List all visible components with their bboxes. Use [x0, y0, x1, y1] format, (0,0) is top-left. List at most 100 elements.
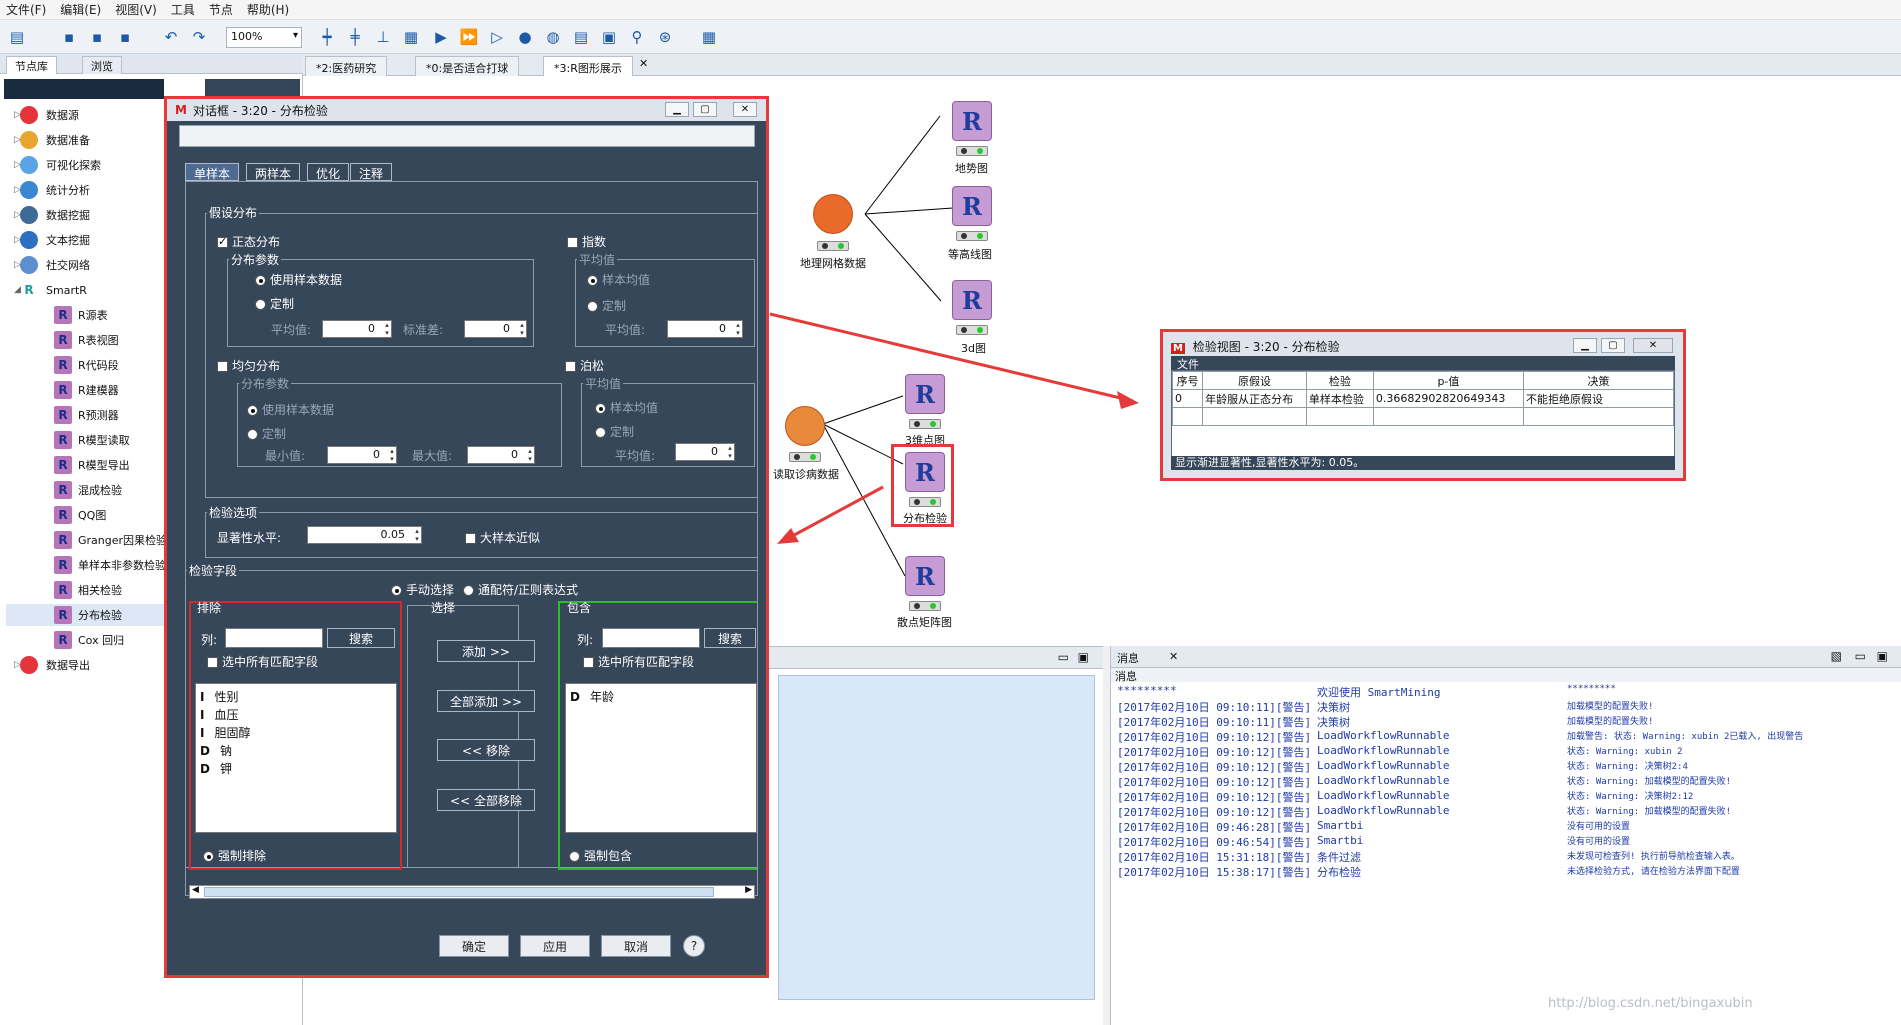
uni-custom-row[interactable]: 定制 [247, 425, 286, 442]
exp-custom-row[interactable]: 定制 [587, 297, 626, 314]
use-sample-radio-row[interactable]: 使用样本数据 [255, 271, 342, 288]
force-include-row[interactable]: 强制包含 [569, 847, 632, 864]
normal-checkbox[interactable] [217, 235, 228, 248]
tab-two-sample[interactable]: 两样本 [246, 163, 301, 181]
list-item[interactable]: D钠 [196, 742, 396, 760]
close-tab-icon[interactable]: ✕ [639, 57, 648, 70]
wildcard-radio[interactable] [463, 585, 474, 596]
exp-sample-mean-row[interactable]: 样本均值 [587, 271, 650, 288]
save-all-icon[interactable]: ▪ [114, 26, 136, 48]
node-3d-scatter[interactable]: R [905, 374, 945, 414]
uni-sample-radio[interactable] [247, 405, 258, 416]
run-icon[interactable]: ▶ [430, 26, 452, 48]
expand-arrow-icon[interactable]: ▷ [14, 235, 21, 245]
category-visual-explore[interactable]: 可视化探索 [46, 157, 101, 173]
exp-mean-spinner[interactable]: 0 [667, 320, 743, 338]
wildcard-radio-row[interactable]: 通配符/正则表达式 [463, 581, 578, 598]
close-icon[interactable]: ✕ [733, 102, 757, 117]
palette-node-r-table-view[interactable]: R R表视图 [54, 329, 119, 351]
list-item[interactable]: D 年龄 [566, 688, 756, 706]
maximize-icon[interactable]: ▢ [693, 102, 717, 117]
tab-one-sample[interactable]: 单样本 [185, 163, 240, 181]
table-view-icon[interactable]: ▤ [570, 26, 592, 48]
collapse-arrow-icon[interactable]: ◢ [14, 285, 21, 295]
uni-custom-radio[interactable] [247, 429, 258, 440]
category-smartr[interactable]: SmartR [46, 284, 87, 297]
exp-sample-mean-radio[interactable] [587, 275, 598, 286]
custom-radio[interactable] [255, 299, 266, 310]
exclude-search-input[interactable] [225, 628, 323, 648]
apply-button[interactable]: 应用 [520, 935, 590, 957]
search-icon[interactable]: ⚲ [626, 26, 648, 48]
manual-radio[interactable] [391, 585, 402, 596]
node-3d-plot[interactable]: R [952, 280, 992, 320]
close-icon[interactable]: ✕ [1633, 338, 1673, 353]
palette-search-input[interactable] [4, 79, 164, 99]
manual-radio-row[interactable]: 手动选择 [391, 581, 454, 598]
tab-browse[interactable]: 浏览 [82, 56, 122, 74]
include-field-list[interactable]: D 年龄 [565, 683, 757, 833]
maximize-icon[interactable]: ▣ [1078, 650, 1089, 664]
menu-view[interactable]: 视图(V) [115, 1, 157, 18]
stop-icon[interactable]: ● [514, 26, 536, 48]
clear-icon[interactable]: ▧ [1831, 649, 1842, 663]
list-item[interactable]: D钾 [196, 760, 396, 778]
minimize-icon[interactable]: ▭ [1058, 650, 1069, 664]
remove-button[interactable]: << 移除 [437, 739, 535, 761]
normal-checkbox-row[interactable]: 正态分布 [217, 233, 280, 250]
uniform-checkbox-row[interactable]: 均匀分布 [217, 357, 280, 374]
tab-node-library[interactable]: 节点库 [6, 56, 57, 74]
node-scatter-matrix[interactable]: R [905, 556, 945, 596]
category-statistics[interactable]: 统计分析 [46, 182, 90, 198]
reset-icon[interactable]: ◍ [542, 26, 564, 48]
uniform-checkbox[interactable] [217, 361, 228, 372]
palette-node-mixed-test[interactable]: R 混成检验 [54, 479, 122, 501]
exclude-field-list[interactable]: I 性别 I 血压 I 胆固醇 D钠 D钾 [195, 683, 397, 833]
align-horizontal-icon[interactable]: ┿ [316, 26, 338, 48]
list-item[interactable]: I 性别 [196, 688, 396, 706]
category-text-mining[interactable]: 文本挖掘 [46, 232, 90, 248]
category-data-source[interactable]: 数据源 [46, 107, 79, 123]
expand-arrow-icon[interactable]: ▷ [14, 660, 21, 670]
preview-icon[interactable]: ▣ [598, 26, 620, 48]
maximize-icon[interactable]: ▣ [1877, 649, 1888, 663]
minimize-icon[interactable]: ▭ [1855, 649, 1866, 663]
poisson-checkbox[interactable] [565, 361, 576, 372]
palette-node-r-predictor[interactable]: R R预测器 [54, 404, 119, 426]
close-tab-icon[interactable]: ✕ [1169, 650, 1178, 663]
uni-sample-row[interactable]: 使用样本数据 [247, 401, 334, 418]
tab-play-golf[interactable]: *0:是否适合打球 [415, 56, 520, 76]
run-all-icon[interactable]: ⏩ [458, 26, 480, 48]
expand-arrow-icon[interactable]: ▷ [14, 110, 21, 120]
tab-notes[interactable]: 注释 [350, 163, 393, 181]
result-menu-file[interactable]: 文件 [1171, 356, 1675, 371]
scroll-right-icon[interactable]: ▶ [745, 885, 752, 895]
category-data-prep[interactable]: 数据准备 [46, 132, 90, 148]
new-icon[interactable]: ▤ [6, 26, 28, 48]
cancel-button[interactable]: 取消 [601, 935, 671, 957]
tab-optimize[interactable]: 优化 [307, 163, 350, 181]
exp-custom-radio[interactable] [587, 301, 598, 312]
include-search-button[interactable]: 搜索 [704, 628, 756, 648]
list-item[interactable]: I 血压 [196, 706, 396, 724]
list-item[interactable]: I 胆固醇 [196, 724, 396, 742]
expand-arrow-icon[interactable]: ▷ [14, 260, 21, 270]
undo-icon[interactable]: ↶ [160, 26, 182, 48]
palette-node-r-modeler[interactable]: R R建模器 [54, 379, 119, 401]
tab-medical-research[interactable]: *2:医药研究 [305, 56, 388, 76]
palette-node-r-snippet[interactable]: R R代码段 [54, 354, 119, 376]
help-button[interactable]: ? [683, 935, 705, 957]
include-select-all-row[interactable]: 选中所有匹配字段 [583, 653, 694, 670]
custom-radio-row[interactable]: 定制 [255, 295, 294, 312]
redo-icon[interactable]: ↷ [188, 26, 210, 48]
sd-spinner[interactable]: 0 [464, 320, 527, 338]
outline-preview[interactable] [778, 675, 1095, 1000]
save-as-icon[interactable]: ▪ [86, 26, 108, 48]
menu-node[interactable]: 节点 [209, 1, 233, 18]
palette-node-correlation-test[interactable]: R 相关检验 [54, 579, 122, 601]
save-icon[interactable]: ▪ [58, 26, 80, 48]
remove-all-button[interactable]: << 全部移除 [437, 789, 535, 811]
scroll-left-icon[interactable]: ◀ [192, 885, 199, 895]
max-spinner[interactable]: 0 [467, 446, 535, 464]
expand-arrow-icon[interactable]: ▷ [14, 210, 21, 220]
